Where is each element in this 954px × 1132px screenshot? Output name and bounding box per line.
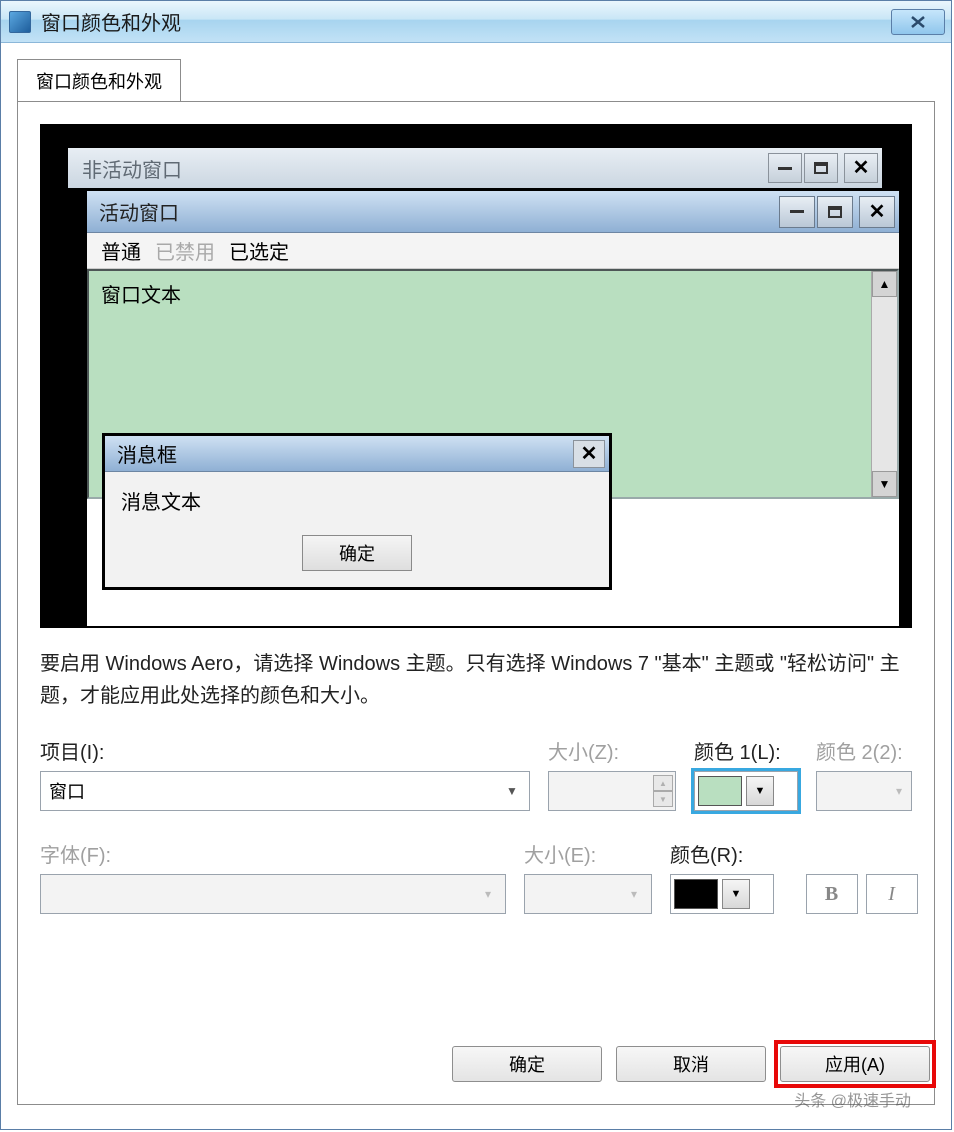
- msgbox-ok-button: 确定: [302, 535, 412, 571]
- size-e-label: 大小(E):: [524, 839, 652, 868]
- close-icon: ✕: [581, 444, 598, 464]
- color1-label: 颜色 1(L):: [694, 736, 798, 765]
- chevron-down-icon: ▾: [625, 887, 643, 901]
- instruction-text: 要启用 Windows Aero，请选择 Windows 主题。只有选择 Win…: [40, 648, 912, 712]
- maximize-button: [817, 196, 853, 228]
- dialog-body: 窗口颜色和外观 非活动窗口 ✕ 活动窗: [17, 61, 935, 1125]
- tab-strip: 窗口颜色和外观: [17, 61, 935, 101]
- font-combobox: ▾: [40, 874, 506, 914]
- dialog-window: 窗口颜色和外观 窗口颜色和外观 非活动窗口 ✕: [0, 0, 952, 1130]
- minimize-icon: [778, 167, 792, 170]
- window-title: 窗口颜色和外观: [41, 7, 181, 36]
- ok-button[interactable]: 确定: [452, 1046, 602, 1082]
- dialog-button-row: 确定 取消 应用(A): [452, 1046, 930, 1082]
- scroll-up-button: ▲: [872, 271, 897, 297]
- cancel-button[interactable]: 取消: [616, 1046, 766, 1082]
- color-r-picker[interactable]: ▼: [670, 874, 774, 914]
- close-icon: ✕: [869, 202, 886, 222]
- color-r-swatch: [674, 879, 718, 909]
- maximize-icon: [814, 162, 828, 174]
- color2-picker: ▾: [816, 771, 912, 811]
- minimize-icon: [790, 210, 804, 213]
- apply-highlight: 应用(A): [774, 1040, 936, 1088]
- italic-button[interactable]: I: [866, 874, 918, 914]
- item-value: 窗口: [49, 778, 85, 804]
- bold-button[interactable]: B: [806, 874, 858, 914]
- chevron-down-icon: ▼: [722, 879, 750, 909]
- item-combobox[interactable]: 窗口 ▼: [40, 771, 530, 811]
- vertical-scrollbar: ▲ ▼: [871, 271, 897, 497]
- minimize-button: [768, 153, 802, 183]
- msgbox-text: 消息文本: [121, 486, 593, 515]
- apply-button[interactable]: 应用(A): [780, 1046, 930, 1082]
- spin-down-icon: ▼: [653, 791, 673, 807]
- chevron-down-icon: ▾: [890, 784, 908, 798]
- spin-up-icon: ▲: [653, 775, 673, 791]
- size-e-combobox: ▾: [524, 874, 652, 914]
- minimize-button: [779, 196, 815, 228]
- font-label: 字体(F):: [40, 839, 506, 868]
- msgbox-title: 消息框: [117, 439, 177, 468]
- tab-window-color[interactable]: 窗口颜色和外观: [17, 59, 181, 102]
- titlebar-close-button[interactable]: [891, 9, 945, 35]
- color-r-label: 颜色(R):: [670, 839, 774, 868]
- preview-message-box: 消息框 ✕ 消息文本 确定: [102, 433, 612, 590]
- maximize-icon: [828, 206, 842, 218]
- app-icon: [9, 11, 31, 33]
- menu-disabled: 已禁用: [155, 236, 215, 265]
- size-z-spinner: ▲▼: [548, 771, 676, 811]
- preview-inactive-window: 非活动窗口 ✕: [66, 146, 884, 188]
- close-button: ✕: [844, 153, 878, 183]
- tab-panel: 非活动窗口 ✕ 活动窗口 ✕: [17, 101, 935, 1105]
- chevron-down-icon: ▼: [746, 776, 774, 806]
- maximize-button: [804, 153, 838, 183]
- watermark-text: 头条 @极速手动: [794, 1087, 911, 1111]
- window-text: 窗口文本: [101, 279, 181, 308]
- preview-area: 非活动窗口 ✕ 活动窗口 ✕: [40, 124, 912, 628]
- controls-area: 项目(I): 窗口 ▼ 大小(Z): ▲▼ 颜色 1(L):: [40, 736, 912, 914]
- close-button: ✕: [573, 440, 605, 468]
- chevron-down-icon: ▾: [479, 887, 497, 901]
- item-label: 项目(I):: [40, 736, 530, 765]
- menu-normal: 普通: [101, 236, 141, 265]
- menu-bar: 普通 已禁用 已选定: [87, 233, 899, 269]
- menu-selected: 已选定: [229, 236, 289, 265]
- color2-label: 颜色 2(2):: [816, 736, 912, 765]
- color1-picker[interactable]: ▼: [694, 771, 798, 811]
- close-button: ✕: [859, 196, 895, 228]
- title-bar[interactable]: 窗口颜色和外观: [1, 1, 951, 43]
- size-z-label: 大小(Z):: [548, 736, 676, 765]
- close-icon: ✕: [853, 158, 870, 178]
- close-icon: [910, 16, 926, 28]
- chevron-down-icon: ▼: [503, 784, 521, 798]
- color1-swatch: [698, 776, 742, 806]
- scroll-down-button: ▼: [872, 471, 897, 497]
- active-window-title: 活动窗口: [99, 197, 179, 226]
- inactive-window-title: 非活动窗口: [82, 154, 182, 183]
